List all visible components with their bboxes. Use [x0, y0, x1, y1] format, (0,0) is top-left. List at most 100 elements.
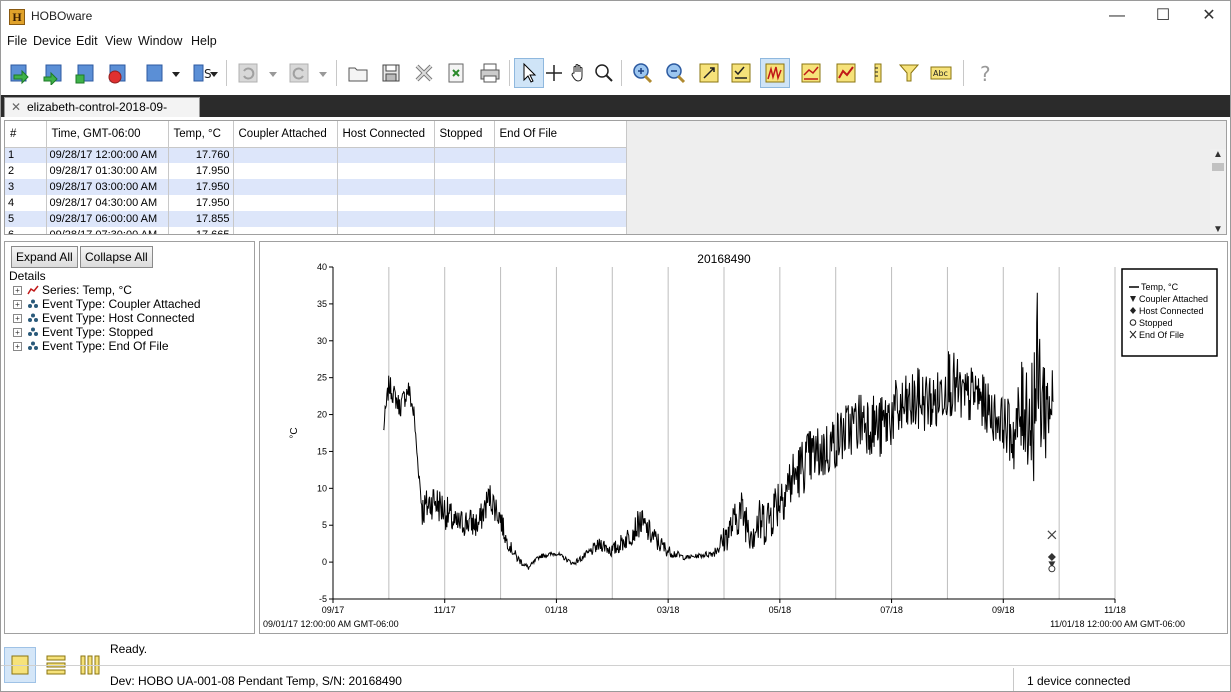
column-header-end-of-file[interactable]: End Of File	[494, 121, 627, 148]
cell-index: 2	[5, 163, 47, 179]
checklist-icon[interactable]	[726, 58, 756, 88]
column-header-host-connected[interactable]: Host Connected	[337, 121, 435, 148]
tree-item-host-connected[interactable]: + Event Type: Host Connected	[13, 311, 195, 325]
table-header-row: # Time, GMT-06:00 Temp, °C Coupler Attac…	[5, 121, 627, 148]
help-icon[interactable]: ?	[971, 58, 1001, 88]
table-row[interactable]: 2 09/28/17 01:30:00 AM 17.950	[5, 163, 627, 179]
close-file-icon[interactable]	[409, 58, 439, 88]
tree-item-coupler-attached[interactable]: + Event Type: Coupler Attached	[13, 297, 201, 311]
zoom-in-icon[interactable]	[628, 58, 658, 88]
save-icon[interactable]	[376, 58, 406, 88]
table-row[interactable]: 1 09/28/17 12:00:00 AM 17.760	[5, 147, 627, 163]
ruler-icon[interactable]	[863, 58, 893, 88]
y-tick-label: 0	[322, 557, 327, 567]
stack-plot-icon[interactable]	[796, 58, 826, 88]
table-row[interactable]: 5 09/28/17 06:00:00 AM 17.855	[5, 211, 627, 227]
expand-all-button[interactable]: Expand All	[11, 246, 78, 268]
event-icon	[27, 340, 39, 354]
menu-help[interactable]: Help	[191, 34, 217, 48]
redo-dropdown-arrow[interactable]	[319, 70, 327, 78]
status-device-text: Dev: HOBO UA-001-08 Pendant Temp, S/N: 2…	[110, 674, 402, 688]
plot-panel[interactable]: 20168490 °C 09/01/17 12:00:00 AM GMT-06:…	[259, 241, 1228, 634]
expand-icon[interactable]: +	[13, 300, 22, 310]
scroll-down-icon[interactable]: ▼	[1213, 224, 1223, 234]
tab-document[interactable]: ✕ elizabeth-control-2018-09-27.hobo	[4, 97, 200, 132]
minimize-button[interactable]: —	[1094, 1, 1140, 31]
expand-icon[interactable]: +	[13, 342, 22, 352]
x-tick-label: 01/18	[545, 605, 568, 615]
column-header-temp[interactable]: Temp, °C	[168, 121, 234, 148]
cell-coupler	[233, 227, 338, 234]
launch-icon[interactable]	[38, 58, 68, 88]
cell-temp: 17.855	[168, 211, 234, 227]
window-title: HOBOware	[31, 9, 93, 23]
y-tick-label: 5	[322, 520, 327, 530]
redo-icon[interactable]	[284, 58, 314, 88]
table-row[interactable]: 4 09/28/17 04:30:00 AM 17.950	[5, 195, 627, 211]
print-icon[interactable]	[475, 58, 505, 88]
cell-time: 09/28/17 04:30:00 AM	[46, 195, 169, 211]
x-tick-label: 03/18	[657, 605, 680, 615]
export-icon[interactable]	[441, 58, 471, 88]
text-icon[interactable]: Abc	[926, 58, 956, 88]
legend-label: Stopped	[1139, 318, 1173, 328]
line-plot-icon[interactable]	[831, 58, 861, 88]
scroll-up-icon[interactable]: ▲	[1213, 149, 1223, 160]
data-table-panel: # Time, GMT-06:00 Temp, °C Coupler Attac…	[4, 120, 1227, 235]
cell-time: 09/28/17 06:00:00 AM	[46, 211, 169, 227]
cell-temp: 17.950	[168, 195, 234, 211]
open-icon[interactable]	[343, 58, 373, 88]
undo-icon[interactable]	[233, 58, 263, 88]
undo-dropdown-arrow[interactable]	[269, 70, 277, 78]
column-header-time[interactable]: Time, GMT-06:00	[46, 121, 169, 148]
menu-device[interactable]: Device	[33, 34, 71, 48]
device-icon[interactable]	[139, 58, 169, 88]
menu-window[interactable]: Window	[138, 34, 182, 48]
scroll-thumb[interactable]	[1212, 163, 1224, 171]
filter-icon[interactable]	[894, 58, 924, 88]
expand-icon[interactable]: +	[13, 286, 22, 296]
chart-events	[1047, 530, 1057, 573]
table-row[interactable]: 3 09/28/17 03:00:00 AM 17.950	[5, 179, 627, 195]
magnify-icon[interactable]	[589, 58, 619, 88]
expand-icon[interactable]: +	[13, 328, 22, 338]
cell-stopped	[434, 227, 495, 234]
maximize-button[interactable]: ☐	[1140, 1, 1186, 31]
column-header-coupler-attached[interactable]: Coupler Attached	[233, 121, 338, 148]
legend-label: Temp, °C	[1141, 282, 1179, 292]
settings-dropdown-arrow[interactable]	[210, 70, 218, 78]
plot-icon[interactable]	[760, 58, 790, 88]
cell-index: 5	[5, 211, 47, 227]
column-header-index[interactable]: #	[5, 121, 47, 148]
tree-item-stopped[interactable]: + Event Type: Stopped	[13, 325, 153, 339]
table-row[interactable]: 6 09/28/17 07:30:00 AM 17.665	[5, 227, 627, 234]
menu-file[interactable]: File	[7, 34, 27, 48]
stopped-marker	[1048, 565, 1056, 573]
menu-edit[interactable]: Edit	[76, 34, 98, 48]
zoom-out-icon[interactable]	[661, 58, 691, 88]
device-dropdown-arrow[interactable]	[172, 70, 180, 78]
menu-view[interactable]: View	[105, 34, 132, 48]
collapse-all-button[interactable]: Collapse All	[80, 246, 153, 268]
tree-item-end-of-file[interactable]: + Event Type: End Of File	[13, 339, 169, 353]
temperature-chart[interactable]: 20168490 °C 09/01/17 12:00:00 AM GMT-06:…	[260, 242, 1227, 633]
cell-temp: 17.950	[168, 179, 234, 195]
cell-host	[337, 163, 435, 179]
fit-icon[interactable]	[694, 58, 724, 88]
cell-time: 09/28/17 12:00:00 AM	[46, 147, 169, 163]
status-icon[interactable]	[70, 58, 100, 88]
chart-legend: Temp, °C Coupler Attached Host Connected St…	[1121, 268, 1218, 357]
tab-close-icon[interactable]: ✕	[11, 98, 21, 116]
cell-eof	[494, 227, 627, 234]
data-table: # Time, GMT-06:00 Temp, °C Coupler Attac…	[5, 121, 627, 234]
expand-icon[interactable]: +	[13, 314, 22, 324]
stop-icon[interactable]	[102, 58, 132, 88]
column-header-stopped[interactable]: Stopped	[434, 121, 495, 148]
table-scrollbar[interactable]: ▲ ▼	[1210, 149, 1226, 234]
cell-coupler	[233, 163, 338, 179]
cell-eof	[494, 211, 627, 227]
tree-item-series-temp[interactable]: + Series: Temp, °C	[13, 283, 132, 297]
readout-icon[interactable]	[5, 58, 35, 88]
event-icon	[27, 312, 39, 326]
close-button[interactable]: ✕	[1186, 1, 1230, 31]
